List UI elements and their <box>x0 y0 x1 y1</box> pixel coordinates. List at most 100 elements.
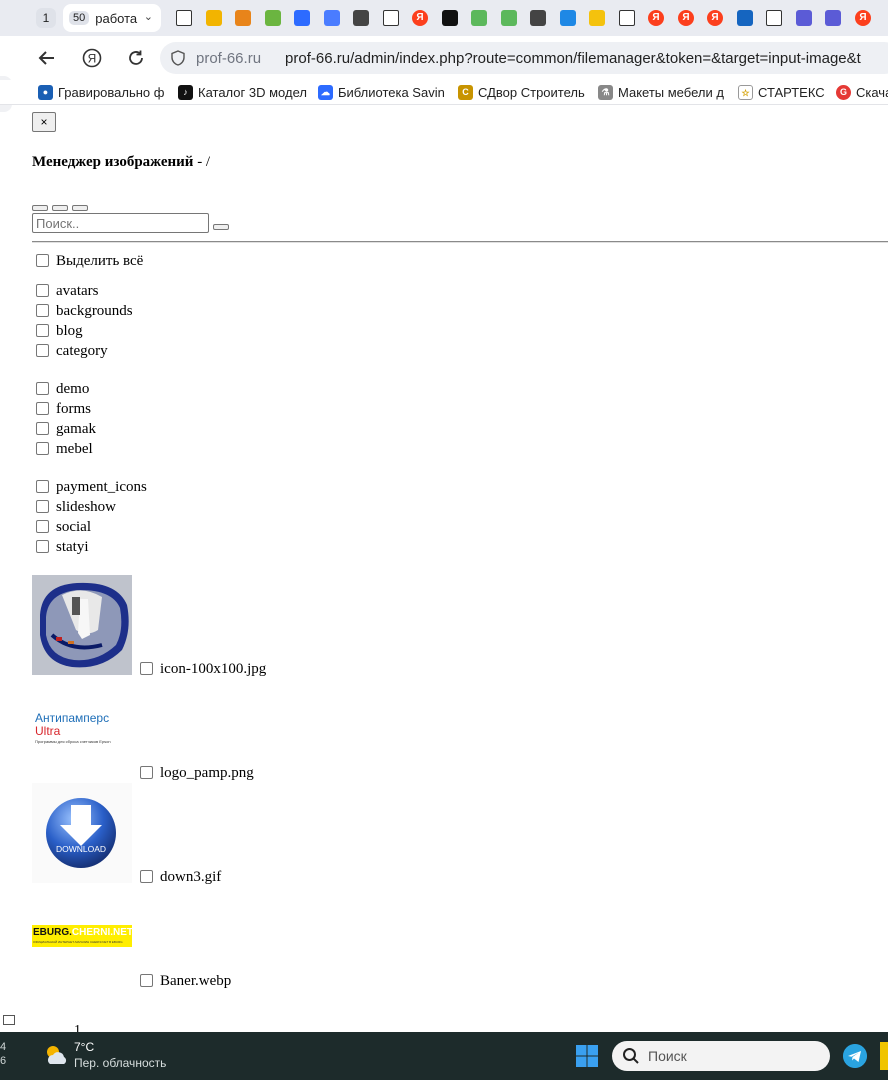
select-all-checkbox[interactable] <box>36 254 49 267</box>
yandex-icon[interactable]: Я <box>855 10 871 26</box>
folder-link[interactable]: category <box>56 343 108 360</box>
image-thumbnail-banner[interactable]: EBURG.CHERNI.NET ОФИЦИАЛЬНЫЙ ИНТЕРНЕТ-МА… <box>32 887 132 987</box>
folder-checkbox[interactable] <box>36 480 49 493</box>
yandex-icon[interactable]: Я <box>707 10 723 26</box>
page-icon[interactable] <box>383 10 399 26</box>
image-checkbox[interactable] <box>140 870 153 883</box>
spiral-yellow-icon[interactable] <box>589 10 605 26</box>
page-icon[interactable] <box>766 10 782 26</box>
image-file-label[interactable]: Baner.webp <box>160 973 231 990</box>
url-text[interactable]: prof-66.ru/admin/index.php?route=common/… <box>285 50 861 67</box>
leaf-icon[interactable] <box>471 10 487 26</box>
bookmark-item[interactable]: ☆ СТАРТЕКС <box>738 83 825 101</box>
folder-checkbox[interactable] <box>36 382 49 395</box>
folder-checkbox[interactable] <box>36 422 49 435</box>
page-icon[interactable] <box>176 10 192 26</box>
bookmark-item[interactable]: ♪ Каталог 3D модел <box>178 83 307 101</box>
bookmark-item[interactable]: ☁ Библиотека Savin <box>318 83 445 101</box>
taskbar: 4 6 7°C Пер. облачность Поиск <box>0 1032 888 1080</box>
key-icon[interactable] <box>206 10 222 26</box>
banner-strip: EBURG.CHERNI.NET ОФИЦИАЛЬНЫЙ ИНТЕРНЕТ-МА… <box>32 925 132 947</box>
orange-app-icon[interactable] <box>235 10 251 26</box>
reload-icon[interactable] <box>122 44 150 72</box>
taskbar-search-text: Поиск <box>648 1048 687 1064</box>
image-thumbnail-logo[interactable]: Антипамперс Ultra Программы для сброса с… <box>32 679 132 779</box>
yandex-icon[interactable]: Я <box>648 10 664 26</box>
download-badge-icon[interactable]: DOWNLOAD <box>32 783 132 883</box>
address-bar[interactable]: prof-66.ru prof-66.ru/admin/index.php?ro… <box>160 42 888 74</box>
image-thumbnail-icon[interactable] <box>32 575 132 675</box>
leaf-icon[interactable] <box>501 10 517 26</box>
image-file-label[interactable]: icon-100x100.jpg <box>160 661 266 678</box>
folder-checkbox[interactable] <box>36 324 49 337</box>
folder-checkbox[interactable] <box>36 442 49 455</box>
blue-app-icon[interactable] <box>294 10 310 26</box>
folder-checkbox[interactable] <box>36 540 49 553</box>
folder-link[interactable]: forms <box>56 401 91 418</box>
folder-checkbox[interactable] <box>36 500 49 513</box>
pagination-number[interactable]: 1 <box>74 1023 81 1032</box>
folder-link[interactable]: blog <box>56 323 83 340</box>
tab-badge: 50 <box>69 11 90 25</box>
bookmark-item[interactable]: С СДвор Строитель <box>458 83 585 101</box>
folder-link[interactable]: demo <box>56 381 89 398</box>
image-checkbox[interactable] <box>140 662 153 675</box>
bookmarks-bar: ● Гравировально ф ♪ Каталог 3D модел ☁ Библ… <box>0 80 888 105</box>
page-icon[interactable] <box>619 10 635 26</box>
chevron-down-icon[interactable]: ⌄ <box>144 10 153 23</box>
tab-group-count[interactable]: 1 <box>36 8 56 28</box>
bookmark-item[interactable]: GСкача <box>836 83 888 101</box>
close-button[interactable]: × <box>32 112 56 132</box>
upload-button[interactable] <box>72 205 88 211</box>
folder-link[interactable]: gamak <box>56 421 96 438</box>
windows-start-icon[interactable] <box>575 1044 599 1068</box>
bookmark-item[interactable]: ⚗ Макеты мебели д <box>598 83 724 101</box>
weather-temperature[interactable]: 7°C <box>74 1040 94 1054</box>
g-icon: G <box>836 84 851 100</box>
folder-link[interactable]: social <box>56 519 91 536</box>
folder-link[interactable]: avatars <box>56 283 98 300</box>
tab-active[interactable]: 50 работа ⌄ <box>63 4 161 32</box>
prof-icon[interactable] <box>353 10 369 26</box>
weather-description[interactable]: Пер. облачность <box>74 1056 166 1070</box>
yandex-icon[interactable]: Я <box>678 10 694 26</box>
folder-link[interactable]: mebel <box>56 441 93 458</box>
parent-folder-button[interactable] <box>32 205 48 211</box>
image-checkbox[interactable] <box>140 766 153 779</box>
folder-link[interactable]: slideshow <box>56 499 116 516</box>
search-input[interactable] <box>32 213 209 233</box>
yandex-icon[interactable]: Я <box>412 10 428 26</box>
search-button[interactable] <box>213 224 229 230</box>
h-icon[interactable] <box>737 10 753 26</box>
folder-link[interactable]: statyi <box>56 539 89 556</box>
folder-checkbox[interactable] <box>36 402 49 415</box>
folder-checkbox[interactable] <box>36 520 49 533</box>
folder-link[interactable]: payment_icons <box>56 479 147 496</box>
bookmark-item[interactable]: ● Гравировально ф <box>38 83 164 101</box>
blue-square-icon[interactable] <box>324 10 340 26</box>
purple-app-icon[interactable] <box>825 10 841 26</box>
pacman-icon[interactable] <box>265 10 281 26</box>
prof-icon[interactable] <box>530 10 546 26</box>
telegram-icon[interactable] <box>843 1044 867 1068</box>
vsh-icon[interactable] <box>442 10 458 26</box>
shield-icon[interactable] <box>170 50 186 66</box>
folder-link[interactable]: backgrounds <box>56 303 133 320</box>
page-title-bold: Менеджер изображений <box>32 154 194 170</box>
image-checkbox[interactable] <box>140 974 153 987</box>
purple-app-icon[interactable] <box>796 10 812 26</box>
spiral-blue-icon[interactable] <box>560 10 576 26</box>
yandex-home-icon[interactable]: Я <box>78 44 106 72</box>
image-file-label[interactable]: logo_pamp.png <box>160 765 254 782</box>
partly-cloudy-icon[interactable] <box>42 1042 70 1070</box>
back-arrow-icon[interactable] <box>33 44 61 72</box>
taskbar-search[interactable]: Поиск <box>612 1041 830 1071</box>
refresh-button[interactable] <box>52 205 68 211</box>
logo-icon: ● <box>38 84 53 100</box>
folder-checkbox[interactable] <box>36 344 49 357</box>
taskbar-app-icon[interactable] <box>880 1042 888 1070</box>
pagination-box[interactable] <box>3 1015 15 1025</box>
folder-checkbox[interactable] <box>36 304 49 317</box>
image-file-label[interactable]: down3.gif <box>160 869 221 886</box>
folder-checkbox[interactable] <box>36 284 49 297</box>
